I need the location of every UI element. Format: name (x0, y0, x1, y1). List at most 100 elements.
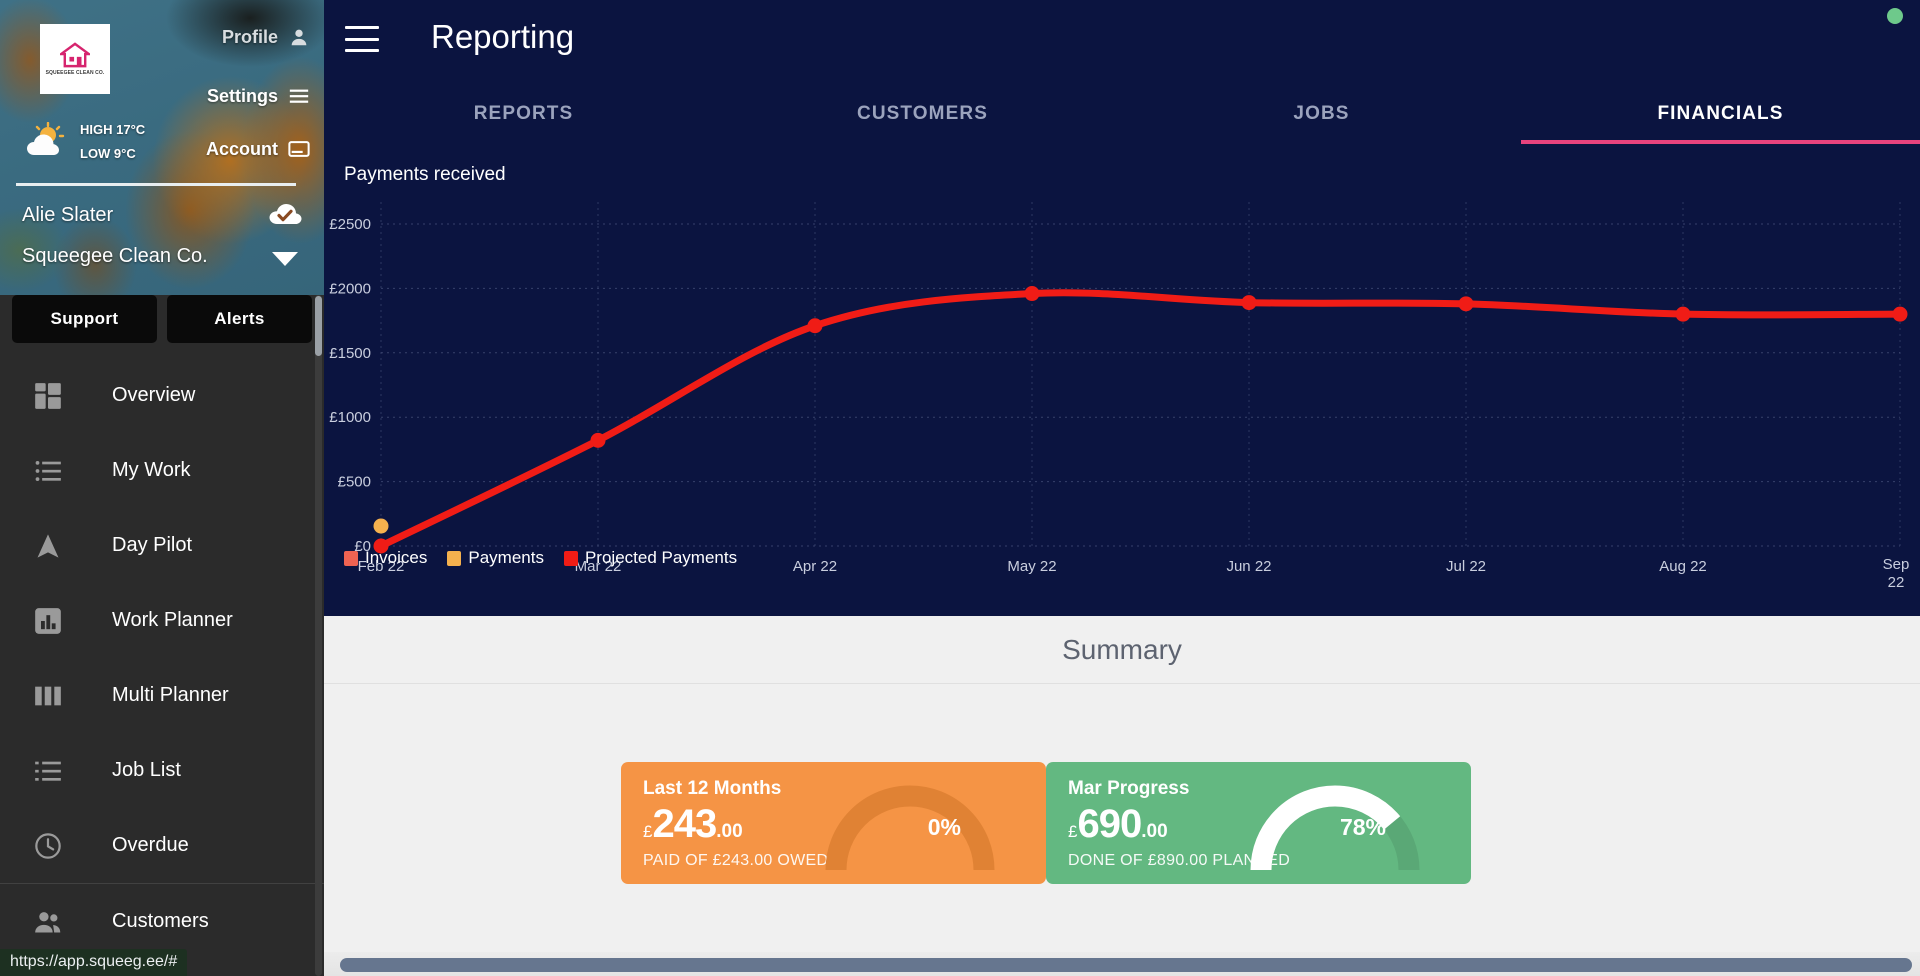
sidebar-item-label: Day Pilot (112, 534, 193, 556)
card-amount-decimals: .00 (1141, 821, 1168, 842)
summary-cards: Last 12 Months £ 243 .00 PAID OF £243.00… (324, 684, 1920, 934)
tab-financials[interactable]: FINANCIALS (1521, 84, 1920, 144)
gauge-paid-icon (825, 785, 995, 871)
sidebar-item-work-planner[interactable]: Work Planner (0, 583, 324, 658)
sidebar-item-label: Job List (112, 759, 181, 781)
legend-swatch-invoices (344, 550, 358, 566)
dashboard-grid-icon (35, 382, 61, 409)
legend-item-payments[interactable]: Payments (447, 548, 544, 568)
legend-swatch-projected (563, 550, 578, 566)
card-amount-value: 243 (652, 802, 717, 846)
sidebar-link-label: Settings (206, 85, 278, 106)
sidebar-item-label: Multi Planner (112, 684, 229, 706)
house-icon (60, 42, 90, 68)
sidebar-item-label: Overdue (112, 834, 189, 856)
main-content: Reporting REPORTS CUSTOMERS JOBS FINANCI… (324, 0, 1920, 976)
card-icon (288, 141, 310, 157)
weather-high: HIGH 17°C (80, 122, 146, 137)
sidebar-item-day-pilot[interactable]: Day Pilot (0, 508, 324, 583)
sidebar-item-overview[interactable]: Overview (0, 358, 324, 433)
svg-text:£2000: £2000 (329, 280, 371, 297)
tab-customers[interactable]: CUSTOMERS (723, 84, 1122, 144)
online-dot-icon (1887, 8, 1903, 24)
chart-title: Payments received (344, 164, 506, 185)
sun-cloud-icon (27, 122, 65, 156)
bullet-list-icon (35, 460, 61, 481)
svg-text:Jun 22: Jun 22 (1226, 558, 1271, 575)
svg-text:£1000: £1000 (329, 409, 371, 426)
svg-text:May 22: May 22 (1007, 558, 1056, 575)
sidebar: SQUEEGEE CLEAN CO. Profile Settings Acco (0, 0, 324, 976)
top-bar: Reporting (324, 0, 1920, 84)
sidebar-link-settings[interactable]: Settings (207, 85, 310, 107)
sidebar-item-label: My Work (112, 459, 191, 481)
svg-text:Apr 22: Apr 22 (793, 558, 837, 575)
sidebar-scrollbar-track[interactable] (315, 295, 322, 976)
legend-label: Projected Payments (584, 548, 738, 567)
status-bar-url: https://app.squeeg.ee/# (0, 949, 188, 976)
legend-label: Payments (468, 548, 544, 567)
support-button[interactable]: Support (12, 295, 157, 343)
sidebar-item-my-work[interactable]: My Work (0, 433, 324, 508)
columns-icon (35, 686, 61, 705)
bar-chart-icon (35, 607, 61, 634)
sidebar-link-label: Account (206, 138, 278, 159)
card-amount-decimals: .00 (716, 821, 743, 842)
svg-text:Aug 22: Aug 22 (1659, 558, 1707, 575)
sidebar-header: SQUEEGEE CLEAN CO. Profile Settings Acco (0, 0, 324, 295)
alerts-button[interactable]: Alerts (167, 295, 312, 343)
sidebar-item-label: Work Planner (112, 609, 233, 631)
legend-swatch-payments (447, 550, 462, 566)
sidebar-item-multi-planner[interactable]: Multi Planner (0, 658, 324, 733)
legend-item-projected-payments[interactable]: Projected Payments (563, 548, 738, 568)
weather-widget: HIGH 17°C LOW 9°C (22, 118, 145, 166)
sidebar-scrollbar-thumb[interactable] (315, 296, 322, 356)
card-currency: £ (643, 822, 653, 841)
page-title: Reporting (431, 18, 575, 55)
app-root: SQUEEGEE CLEAN CO. Profile Settings Acco (0, 0, 1920, 976)
tab-bar: REPORTS CUSTOMERS JOBS FINANCIALS (324, 84, 1920, 144)
summary-title: Summary (1062, 633, 1182, 665)
svg-text:£1500: £1500 (329, 345, 371, 362)
company-name: Squeegee Clean Co. (22, 245, 208, 267)
navigation-arrow-icon (37, 533, 59, 558)
clock-icon (35, 832, 61, 859)
list-settings-icon (289, 89, 309, 103)
sidebar-item-customers[interactable]: Customers (0, 884, 324, 959)
cloud-check-icon[interactable] (268, 200, 302, 226)
card-percent: 78% (1339, 814, 1386, 840)
weather-low: LOW 9°C (80, 146, 136, 162)
company-logo: SQUEEGEE CLEAN CO. (40, 24, 110, 94)
horizontal-scrollbar[interactable] (340, 958, 1912, 972)
sidebar-link-account[interactable]: Account (206, 138, 310, 160)
legend-label: Invoices (365, 548, 428, 567)
caret-down-icon[interactable] (272, 252, 298, 266)
tab-jobs[interactable]: JOBS (1122, 84, 1521, 144)
card-last-12-months[interactable]: Last 12 Months £ 243 .00 PAID OF £243.00… (621, 762, 1046, 884)
card-amount-value: 690 (1077, 802, 1142, 846)
sidebar-item-label: Overview (112, 384, 196, 406)
tab-reports[interactable]: REPORTS (324, 84, 723, 144)
legend-item-invoices[interactable]: Invoices (344, 548, 427, 568)
svg-text:£500: £500 (338, 474, 371, 491)
svg-text:Sep: Sep (1883, 556, 1910, 573)
sidebar-item-overdue[interactable]: Overdue (0, 808, 324, 883)
card-percent: 0% (927, 814, 961, 840)
user-name: Alie Slater (22, 204, 114, 226)
card-mar-progress[interactable]: Mar Progress £ 690 .00 DONE OF £890.00 P… (1046, 762, 1471, 884)
svg-text:£2500: £2500 (329, 216, 371, 233)
hamburger-icon[interactable] (345, 26, 379, 52)
weather-text: HIGH 17°C LOW 9°C (80, 118, 145, 166)
chart-legend: Invoices Payments Projected Payments (344, 548, 750, 568)
people-icon (35, 911, 61, 932)
sidebar-item-job-list[interactable]: Job List (0, 733, 324, 808)
sidebar-nav: Overview My Work Day Pilot Work Planner … (0, 358, 324, 976)
sidebar-divider (16, 183, 296, 186)
payments-chart-panel: Payments received £0 £500 £1000 £1500 £2000 £… (324, 144, 1920, 616)
list-icon (35, 761, 61, 781)
sidebar-item-label: Customers (112, 910, 209, 932)
sidebar-link-profile[interactable]: Profile (222, 26, 310, 48)
svg-text:Jul 22: Jul 22 (1446, 558, 1486, 575)
card-currency: £ (1068, 822, 1078, 841)
svg-text:22: 22 (1888, 574, 1905, 591)
